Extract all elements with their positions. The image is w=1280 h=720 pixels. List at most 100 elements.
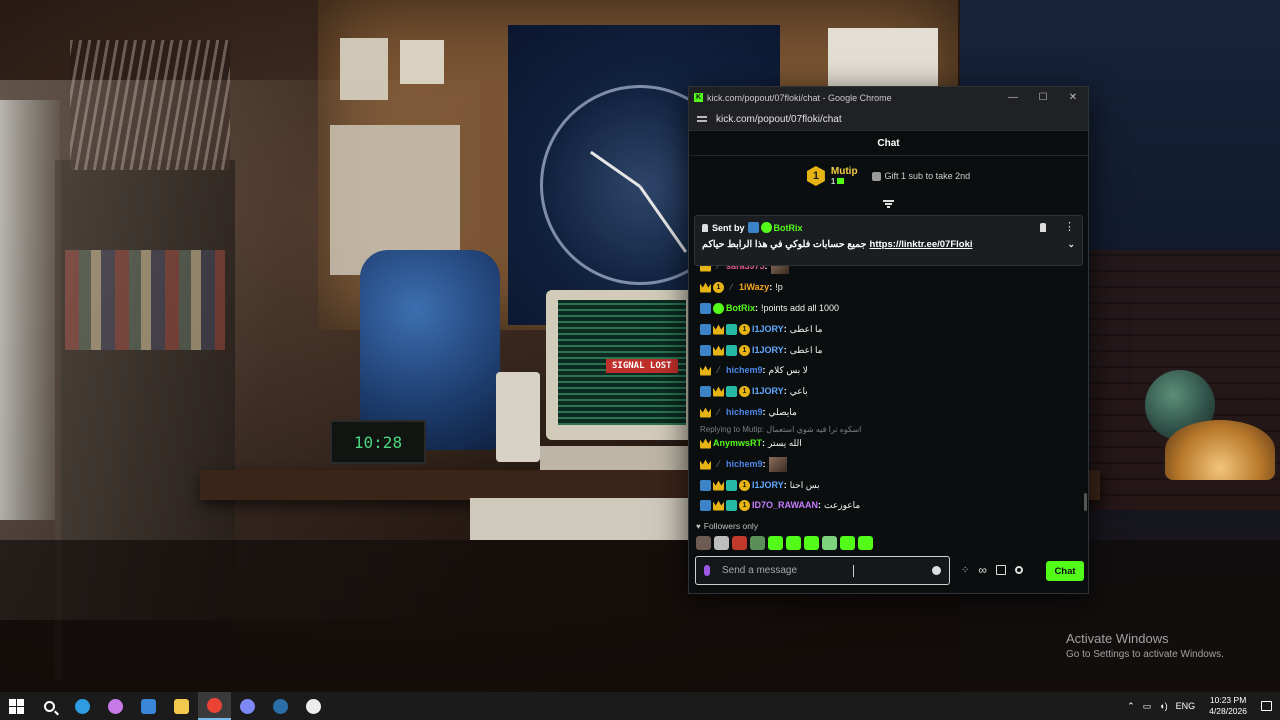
chat-message[interactable]: 1 I1JORY: ما اعطى bbox=[700, 321, 823, 337]
chat-username[interactable]: AnymwsRT bbox=[713, 438, 762, 448]
edge-taskbar-icon[interactable] bbox=[66, 692, 99, 720]
emote-quickbar[interactable] bbox=[696, 536, 873, 550]
chat-message[interactable]: BotRix: !points add all 1000 bbox=[700, 300, 839, 316]
chat-text: بس احنا bbox=[789, 479, 820, 490]
crown-badge-icon bbox=[713, 386, 724, 397]
chat-message[interactable]: ⁄ sara3975: bbox=[700, 265, 789, 274]
clock-date: 4/28/2026 bbox=[1209, 706, 1247, 716]
unpin-icon[interactable] bbox=[1040, 223, 1046, 232]
keyboard bbox=[540, 446, 710, 470]
chat-message[interactable]: ⁄ hichem9: مايصلي bbox=[700, 404, 797, 420]
emote-button[interactable] bbox=[732, 536, 747, 550]
system-tray: ⌃ ▭ ◖) ENG 10:23 PM 4/28/2026 bbox=[1127, 692, 1280, 720]
steam-taskbar-icon[interactable] bbox=[264, 692, 297, 720]
copilot-taskbar-icon[interactable] bbox=[99, 692, 132, 720]
network-icon[interactable]: ▭ bbox=[1143, 701, 1152, 712]
discord-icon bbox=[240, 698, 255, 714]
emoji-icon[interactable] bbox=[932, 566, 941, 575]
chat-message[interactable]: ⁄ hichem9: لا بس كلام bbox=[700, 362, 808, 378]
chat-message[interactable]: 1 I1JORY: ما اعطى bbox=[700, 342, 823, 358]
emote-button[interactable] bbox=[804, 536, 819, 550]
search-taskbar-icon[interactable] bbox=[33, 692, 66, 720]
points-icon[interactable]: ⁘ bbox=[961, 565, 969, 576]
pinned-sender[interactable]: BotRix bbox=[774, 223, 803, 233]
crown-badge-icon bbox=[713, 500, 724, 511]
store-taskbar-icon[interactable] bbox=[132, 692, 165, 720]
more-options-icon[interactable]: ⋮ bbox=[1064, 222, 1075, 233]
speaker-icon[interactable]: ◖) bbox=[1159, 701, 1167, 711]
verified-badge-icon bbox=[713, 302, 724, 314]
site-settings-icon[interactable] bbox=[697, 115, 707, 123]
chat-username[interactable]: I1JORY bbox=[752, 324, 784, 334]
username-separator: : bbox=[769, 282, 773, 292]
chat-username[interactable]: hichem9 bbox=[726, 407, 763, 417]
pinned-link[interactable]: https://linktr.ee/07Floki bbox=[870, 239, 973, 250]
reply-context: Replying to Mutip: اسكوه ترا فيه شوي است… bbox=[700, 425, 862, 434]
chat-filter-toggle[interactable] bbox=[689, 196, 1088, 212]
close-button[interactable]: ✕ bbox=[1058, 87, 1088, 108]
infinity-icon[interactable]: ∞ bbox=[978, 563, 987, 577]
chat-text: ما اعطى bbox=[789, 323, 823, 334]
address-bar[interactable]: kick.com/popout/07floki/chat bbox=[689, 108, 1088, 131]
windows-taskbar: ⌃ ▭ ◖) ENG 10:23 PM 4/28/2026 bbox=[0, 692, 1280, 720]
crown-badge-icon bbox=[713, 345, 724, 356]
chevron-down-icon[interactable]: ⌄ bbox=[1067, 239, 1075, 250]
store-icon[interactable] bbox=[995, 565, 1006, 575]
notifications-icon[interactable] bbox=[1261, 701, 1272, 711]
emote-button[interactable] bbox=[858, 536, 873, 550]
verified-badge-icon bbox=[760, 222, 772, 233]
minimize-button[interactable]: — bbox=[998, 87, 1028, 108]
emote-button[interactable] bbox=[768, 536, 783, 550]
chrome-taskbar-icon[interactable] bbox=[198, 692, 231, 720]
scrollbar[interactable] bbox=[1084, 493, 1087, 511]
chat-username[interactable]: BotRix bbox=[726, 303, 755, 313]
discord-taskbar-icon[interactable] bbox=[231, 692, 264, 720]
gift-prompt[interactable]: Gift 1 sub to take 2nd bbox=[871, 171, 970, 181]
emote-button[interactable] bbox=[750, 536, 765, 550]
chat-username[interactable]: 1iWazy bbox=[739, 282, 769, 292]
chat-username[interactable]: I1JORY bbox=[752, 480, 784, 490]
obs-taskbar-icon[interactable] bbox=[297, 692, 330, 720]
chat-message[interactable]: 1 ⁄ 1iWazy: !p bbox=[700, 279, 783, 295]
filter-icon[interactable] bbox=[883, 200, 894, 208]
emote-button[interactable] bbox=[840, 536, 855, 550]
username-separator: : bbox=[783, 324, 787, 334]
chat-username[interactable]: I1JORY bbox=[752, 345, 784, 355]
chat-username[interactable]: hichem9 bbox=[726, 459, 763, 469]
send-chat-button[interactable]: Chat bbox=[1046, 561, 1084, 581]
message-input[interactable]: Send a message bbox=[695, 556, 950, 585]
emote-button[interactable] bbox=[786, 536, 801, 550]
chat-username[interactable]: ID7O_RAWAAN bbox=[752, 500, 818, 510]
chat-message[interactable]: ⁄ hichem9: bbox=[700, 456, 787, 472]
emote-button[interactable] bbox=[696, 536, 711, 550]
chat-username[interactable]: I1JORY bbox=[752, 386, 784, 396]
maximize-button[interactable]: ☐ bbox=[1028, 87, 1058, 108]
gift-leaderboard[interactable]: 1 Mutip 1 Gift 1 sub to take 2nd bbox=[689, 156, 1088, 196]
url-text[interactable]: kick.com/popout/07floki/chat bbox=[716, 114, 842, 125]
gear-icon[interactable] bbox=[1014, 566, 1023, 574]
leader-count: 1 bbox=[831, 177, 858, 186]
chat-message[interactable]: 1 I1JORY: بس احنا bbox=[700, 477, 820, 493]
explorer-taskbar-icon[interactable] bbox=[165, 692, 198, 720]
moderator-badge-icon bbox=[700, 323, 711, 335]
crown-badge-icon bbox=[713, 324, 724, 335]
pinned-paper bbox=[400, 40, 444, 84]
chat-message[interactable]: AnymwsRT: الله يستر bbox=[700, 435, 802, 451]
taskbar-clock[interactable]: 10:23 PM 4/28/2026 bbox=[1209, 695, 1247, 717]
chat-message[interactable]: 1 ID7O_RAWAAN: ماعوزعت bbox=[700, 497, 860, 513]
chat-message[interactable]: 1 I1JORY: باعي bbox=[700, 383, 808, 399]
window-titlebar[interactable]: K kick.com/popout/07floki/chat - Google … bbox=[689, 87, 1088, 108]
chat-messages[interactable]: Replying to Mutip: اسكوه ترا فيه شوي است… bbox=[689, 265, 1088, 519]
leader-user[interactable]: Mutip 1 bbox=[831, 166, 858, 186]
emote-button[interactable] bbox=[822, 536, 837, 550]
chevron-up-icon[interactable]: ⌃ bbox=[1127, 701, 1135, 712]
microphone-icon[interactable] bbox=[704, 565, 710, 576]
username-separator: : bbox=[762, 459, 766, 469]
language-indicator[interactable]: ENG bbox=[1176, 701, 1196, 711]
message-placeholder[interactable]: Send a message bbox=[722, 565, 853, 576]
subscriber-badge-icon bbox=[726, 385, 737, 397]
pinned-message[interactable]: Sent by BotRix ⋮ جميع حسابات فلوكي في هذ… bbox=[694, 215, 1083, 266]
chat-username[interactable]: hichem9 bbox=[726, 365, 763, 375]
emote-button[interactable] bbox=[714, 536, 729, 550]
start-taskbar-icon[interactable] bbox=[0, 692, 33, 720]
